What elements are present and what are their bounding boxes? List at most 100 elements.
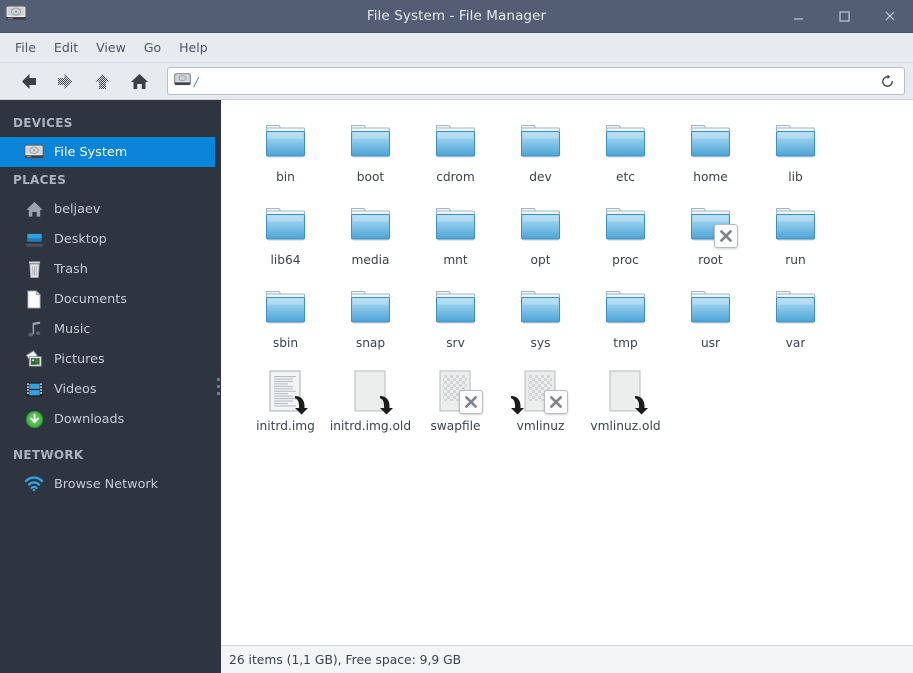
file-item-cdrom[interactable]: cdrom [413,112,498,195]
file-item-label: run [785,253,806,267]
sidebar-item-downloads[interactable]: Downloads [0,404,215,434]
file-item-bin[interactable]: bin [243,112,328,195]
sidebar-item-label: Pictures [54,351,105,367]
sidebar-item-trash[interactable]: Trash [0,254,215,284]
sidebar-item-documents[interactable]: Documents [0,284,215,314]
file-item-vmlinuz-old[interactable]: vmlinuz.old [583,361,668,444]
file-item-proc[interactable]: proc [583,195,668,278]
close-button[interactable] [867,0,913,33]
sidebar-splitter[interactable] [215,100,221,673]
menu-edit[interactable]: Edit [45,37,87,58]
file-item-root[interactable]: root [668,195,753,278]
folder-icon [262,118,310,166]
titlebar[interactable]: File System - File Manager [0,0,913,33]
file-item-initrd-img[interactable]: initrd.img [243,361,328,444]
folder-icon [517,118,565,166]
folder-icon [687,284,735,332]
sidebar-item-beljaev[interactable]: beljaev [0,194,215,224]
symlink-emblem-icon [291,395,309,415]
sidebar-item-label: Music [54,321,91,337]
folder-icon [432,201,480,249]
file-item-label: cdrom [436,170,475,184]
folder-icon [262,284,310,332]
file-item-label: proc [612,253,639,267]
file-item-sbin[interactable]: sbin [243,278,328,361]
folder-icon [772,118,820,166]
file-item-label: sys [530,336,551,350]
file-item-home[interactable]: home [668,112,753,195]
folder-icon [517,201,565,249]
no-access-emblem-icon [713,224,738,248]
menu-file[interactable]: File [6,37,45,58]
desktop-icon [24,230,44,248]
file-item-label: etc [616,170,635,184]
file-item-swapfile[interactable]: swapfile [413,361,498,444]
toolbar: / [0,63,913,100]
no-access-emblem-icon [458,390,483,414]
minimize-button[interactable] [775,0,821,33]
file-item-label: vmlinuz.old [590,419,661,433]
content-pane: bin boot cdrom dev etc home lib lib64 me… [221,100,913,673]
sidebar-item-file-system[interactable]: File System [0,137,215,167]
menu-view[interactable]: View [87,37,135,58]
back-button[interactable] [10,67,47,96]
folder-icon [602,201,650,249]
video-film-icon [24,380,44,398]
sidebar-item-label: beljaev [54,201,101,217]
main-body: DEVICES File System PLACES beljaev Deskt… [0,100,913,673]
home-icon [24,200,44,218]
file-manager-window: File System - File Manager File Edit Vie… [0,0,913,673]
sidebar-item-desktop[interactable]: Desktop [0,224,215,254]
statusbar: 26 items (1,1 GB), Free space: 9,9 GB [221,645,913,673]
file-item-opt[interactable]: opt [498,195,583,278]
file-item-snap[interactable]: snap [328,278,413,361]
file-item-boot[interactable]: boot [328,112,413,195]
sidebar-item-pictures[interactable]: Pictures [0,344,215,374]
file-item-tmp[interactable]: tmp [583,278,668,361]
file-item-var[interactable]: var [753,278,838,361]
file-icon-view[interactable]: bin boot cdrom dev etc home lib lib64 me… [221,100,913,645]
file-item-dev[interactable]: dev [498,112,583,195]
folder-icon [347,118,395,166]
path-input[interactable]: / [167,67,905,95]
symlink-emblem-icon [631,395,649,415]
file-item-run[interactable]: run [753,195,838,278]
file-item-srv[interactable]: srv [413,278,498,361]
maximize-button[interactable] [821,0,867,33]
file-item-lib64[interactable]: lib64 [243,195,328,278]
sidebar: DEVICES File System PLACES beljaev Deskt… [0,100,215,673]
file-item-usr[interactable]: usr [668,278,753,361]
sidebar-item-music[interactable]: Music [0,314,215,344]
file-item-label: dev [529,170,552,184]
file-item-initrd-img-old[interactable]: initrd.img.old [328,361,413,444]
up-button[interactable] [84,67,121,96]
file-item-sys[interactable]: sys [498,278,583,361]
file-item-etc[interactable]: etc [583,112,668,195]
path-text[interactable]: / [194,74,874,89]
folder-icon [517,284,565,332]
menu-go[interactable]: Go [135,37,170,58]
folder-icon [772,201,820,249]
sidebar-item-label: Trash [54,261,88,277]
home-button[interactable] [121,67,158,96]
reload-icon[interactable] [874,69,900,93]
sidebar-item-label: Videos [54,381,97,397]
file-item-label: vmlinuz [516,419,565,433]
file-item-label: tmp [613,336,638,350]
file-item-vmlinuz[interactable]: vmlinuz [498,361,583,444]
menu-help[interactable]: Help [170,37,217,58]
sidebar-item-videos[interactable]: Videos [0,374,215,404]
document-icon [24,289,44,309]
sidebar-header-places: PLACES [13,173,67,187]
forward-button[interactable] [47,67,84,96]
file-item-label: initrd.img [256,419,315,433]
folder-icon [262,201,310,249]
sidebar-item-label: File System [54,144,128,160]
file-item-media[interactable]: media [328,195,413,278]
download-arrow-icon [24,410,44,428]
file-item-lib[interactable]: lib [753,112,838,195]
file-item-mnt[interactable]: mnt [413,195,498,278]
sidebar-item-browse-network[interactable]: Browse Network [0,469,215,499]
file-item-label: boot [356,170,385,184]
folder-icon [602,284,650,332]
